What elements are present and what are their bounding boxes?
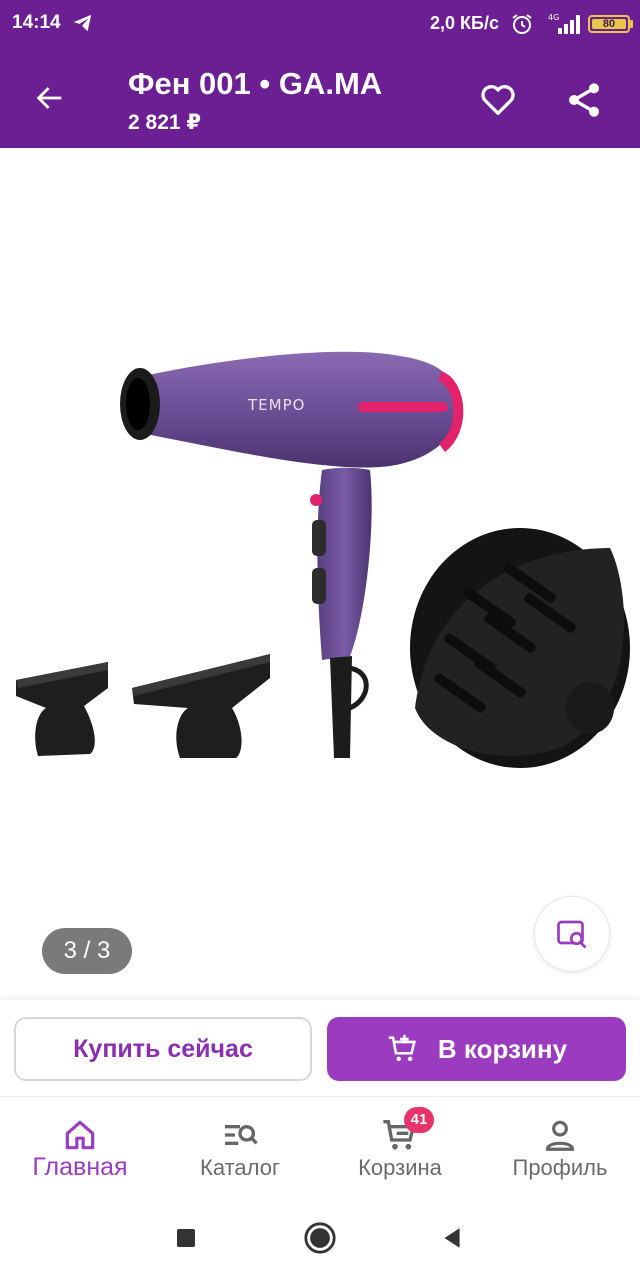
arrow-left-icon <box>36 87 62 109</box>
profile-icon <box>480 1115 640 1155</box>
square-icon <box>177 1229 195 1247</box>
triangle-back-icon <box>444 1228 460 1248</box>
nav-cart[interactable]: 41 Корзина <box>320 1107 480 1191</box>
home-icon <box>0 1115 160 1155</box>
network-speed: 2,0 КБ/с <box>430 13 499 33</box>
status-time: 14:14 <box>12 12 61 33</box>
hair-dryer-image: TEMPO <box>16 351 630 768</box>
share-icon <box>569 83 599 117</box>
back-button[interactable] <box>24 72 76 124</box>
catalog-search-icon <box>160 1115 320 1155</box>
product-image-gallery[interactable]: TEMPO 3 / 3 <box>0 148 640 1000</box>
system-nav-bar <box>0 1196 640 1280</box>
cart-icon <box>320 1115 480 1155</box>
signal-icon: 4G <box>544 12 582 41</box>
nav-catalog-label: Каталог <box>200 1155 280 1180</box>
recents-button[interactable] <box>166 1218 206 1258</box>
heart-icon <box>481 85 515 116</box>
add-to-cart-label: В корзину <box>437 1033 568 1064</box>
cart-add-icon <box>388 1034 416 1062</box>
telegram-icon <box>72 12 94 39</box>
product-price: 2 821 ₽ <box>128 111 201 134</box>
back-system-button[interactable] <box>432 1218 472 1258</box>
circle-icon <box>304 1222 336 1254</box>
product-title: Фен 001 • GA.MA <box>128 66 383 101</box>
share-button[interactable] <box>556 72 612 128</box>
status-bar: 14:14 2,0 КБ/с 4G 80 <box>0 0 640 48</box>
add-to-cart-button[interactable]: В корзину <box>327 1017 626 1081</box>
battery-icon: 80 <box>588 15 630 33</box>
nav-profile-label: Профиль <box>512 1155 608 1180</box>
home-system-button[interactable] <box>300 1218 340 1258</box>
image-search-icon <box>557 920 587 949</box>
battery-tip <box>630 20 633 28</box>
app-bar: Фен 001 • GA.MA 2 821 ₽ <box>0 48 640 148</box>
nav-home-label: Главная <box>32 1153 128 1181</box>
image-counter: 3 / 3 <box>42 928 132 974</box>
nav-catalog[interactable]: Каталог <box>160 1107 320 1191</box>
buy-now-button[interactable]: Купить сейчас <box>14 1017 312 1081</box>
network-type: 4G <box>548 13 559 22</box>
nav-home[interactable]: Главная <box>0 1107 160 1191</box>
cart-badge: 41 <box>404 1107 434 1133</box>
nav-profile[interactable]: Профиль <box>480 1107 640 1191</box>
nav-cart-label: Корзина <box>358 1155 442 1180</box>
purchase-actions: Купить сейчас В корзину <box>0 1000 640 1096</box>
battery-level: 80 <box>592 19 626 30</box>
bottom-nav: Главная Каталог 41 Корзина Профиль <box>0 1096 640 1196</box>
brand-text: TEMPO <box>247 396 305 414</box>
favorite-button[interactable] <box>470 72 526 128</box>
alarm-icon <box>510 12 534 41</box>
visual-search-button[interactable] <box>534 896 610 972</box>
